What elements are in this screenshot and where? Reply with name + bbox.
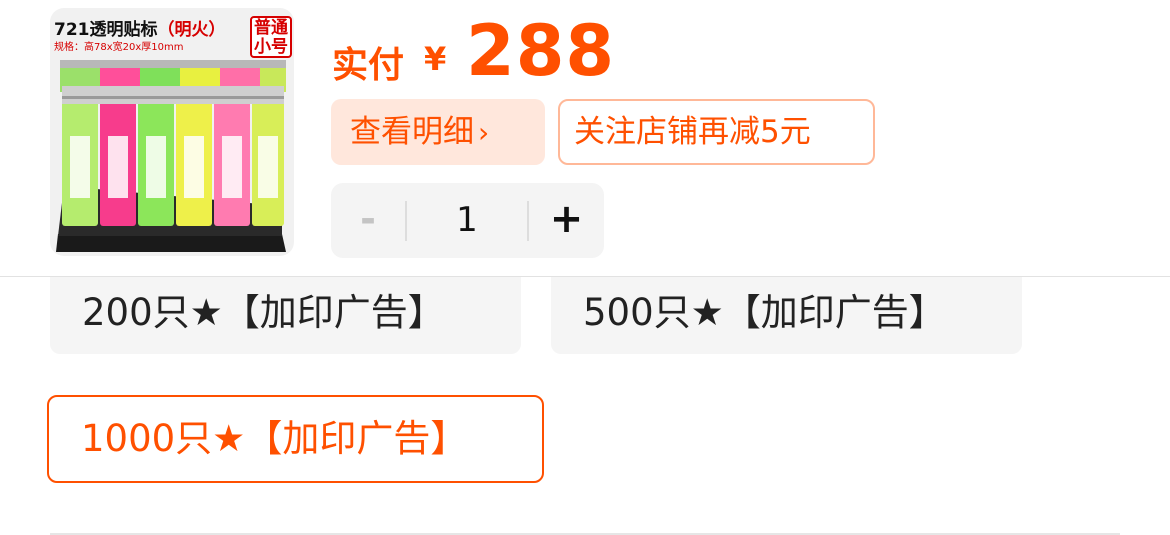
lighters-picture	[56, 60, 286, 252]
product-thumbnail[interactable]: 721透明贴标（明火） 规格：高78x宽20x厚10mm 普通小号	[50, 8, 294, 256]
quantity-value[interactable]: 1	[407, 183, 527, 258]
thumbnail-spec: 规格：高78x宽20x厚10mm	[54, 42, 184, 53]
option-200[interactable]: 200只★【加印广告】	[50, 277, 521, 354]
price-label: 实付	[332, 45, 405, 86]
chevron-right-icon: ›	[478, 116, 490, 149]
option-1000-selected[interactable]: 1000只★【加印广告】	[47, 395, 544, 483]
price-value: 288	[466, 10, 616, 92]
thumbnail-badge: 普通小号	[250, 16, 292, 58]
quantity-stepper: - 1 +	[331, 183, 604, 258]
increase-button[interactable]: +	[529, 183, 604, 258]
thumbnail-title: 721透明贴标（明火）	[54, 20, 226, 40]
view-details-button[interactable]: 查看明细 ›	[331, 99, 545, 165]
decrease-button[interactable]: -	[331, 183, 405, 258]
currency-symbol: ¥	[424, 40, 447, 78]
follow-store-discount-button[interactable]: 关注店铺再减5元	[558, 99, 875, 165]
option-500[interactable]: 500只★【加印广告】	[551, 277, 1022, 354]
view-details-label: 查看明细	[350, 114, 474, 150]
